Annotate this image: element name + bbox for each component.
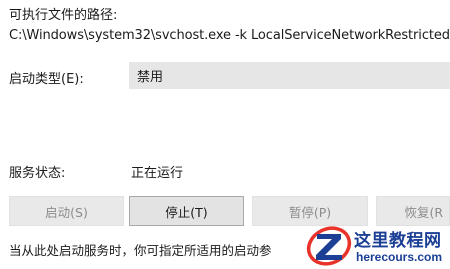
site-watermark: 这里教程网 herecours.com (305, 222, 450, 269)
startup-type-label: 启动类型(E): (9, 72, 84, 87)
service-status-label: 服务状态: (9, 166, 66, 181)
z-logo-icon (306, 226, 352, 266)
startup-type-dropdown[interactable]: 禁用 (129, 62, 450, 89)
watermark-url: herecours.com (356, 250, 443, 264)
executable-path-value: C:\Windows\system32\svchost.exe -k Local… (9, 28, 450, 43)
startup-type-selected-value: 禁用 (137, 70, 164, 85)
startup-parameters-hint: 当从此处启动服务时，你可指定所适用的启动参 (9, 243, 272, 258)
service-status-value: 正在运行 (131, 166, 184, 181)
path-label: 可执行文件的路径: (9, 8, 118, 23)
watermark-title: 这里教程网 (354, 231, 442, 251)
start-button[interactable]: 启动(S) (9, 196, 124, 226)
stop-button[interactable]: 停止(T) (129, 196, 244, 226)
